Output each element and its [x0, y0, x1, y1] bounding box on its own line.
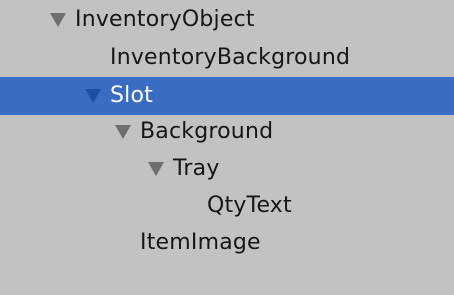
tree-item-qtytext[interactable]: QtyText — [0, 188, 454, 224]
tree-item-inventorybackground[interactable]: InventoryBackground — [0, 40, 454, 76]
expand-triangle-icon[interactable] — [115, 125, 131, 139]
tree-item-label: ItemImage — [140, 230, 261, 255]
tree-item-label: QtyText — [207, 193, 292, 218]
tree-item-tray[interactable]: Tray — [0, 151, 454, 187]
tree-item-label: InventoryBackground — [110, 45, 351, 70]
tree-item-slot[interactable]: Slot — [0, 77, 454, 115]
tree-item-label: Background — [140, 119, 274, 144]
tree-item-label: Slot — [110, 83, 153, 108]
tree-item-inventoryobject[interactable]: InventoryObject — [0, 2, 454, 38]
expand-triangle-icon[interactable] — [148, 162, 164, 176]
expand-triangle-icon[interactable] — [50, 13, 66, 27]
expand-triangle-icon[interactable] — [85, 89, 101, 103]
tree-item-label: InventoryObject — [75, 7, 255, 32]
tree-item-label: Tray — [173, 156, 220, 181]
hierarchy-panel: InventoryObject InventoryBackground Slot… — [0, 0, 454, 295]
tree-item-itemimage[interactable]: ItemImage — [0, 225, 454, 261]
tree-item-background[interactable]: Background — [0, 114, 454, 150]
